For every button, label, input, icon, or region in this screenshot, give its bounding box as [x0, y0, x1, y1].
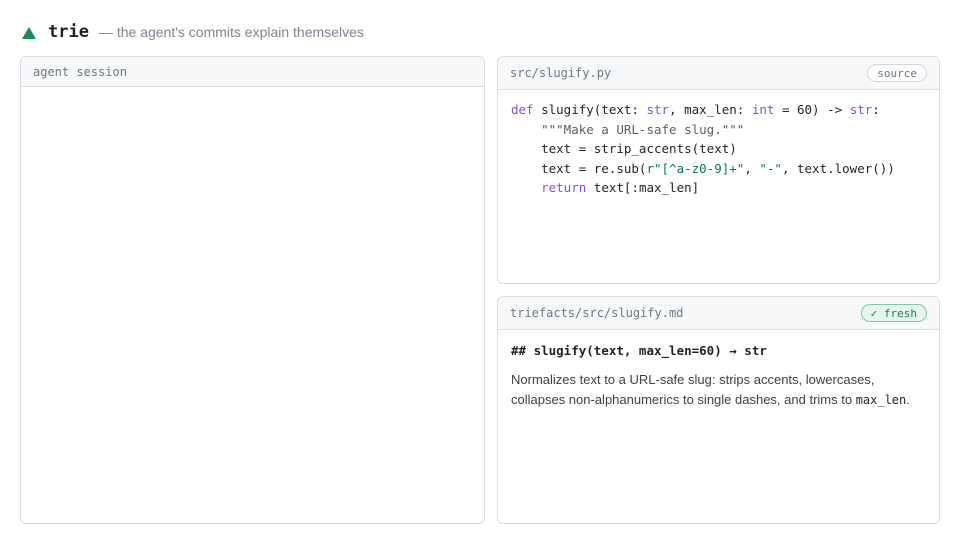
- code-line: text = re.sub(r"[^a-z0-9]+", "-", text.l…: [511, 160, 895, 176]
- source-file-path: src/slugify.py: [510, 66, 612, 80]
- source-code-block: def slugify(text: str, max_len: int = 60…: [498, 90, 939, 208]
- agent-session-panel: agent session: [20, 56, 485, 524]
- triefacts-file-path: triefacts/src/slugify.md: [510, 306, 684, 320]
- agent-session-title: agent session: [33, 64, 127, 79]
- fresh-status-badge: ✓ fresh: [860, 304, 927, 322]
- source-file-header: src/slugify.py source: [498, 57, 939, 90]
- triangle-up-icon: [22, 26, 36, 39]
- code-line: """Make a URL-safe slug.""": [511, 121, 745, 137]
- agent-session-header: agent session: [21, 57, 484, 87]
- function-signature-heading: ## slugify(text, max_len=60) → str: [511, 343, 767, 358]
- triefacts-content: ## slugify(text, max_len=60) → str Norma…: [498, 330, 939, 422]
- code-line: def slugify(text: str, max_len: int = 60…: [511, 102, 880, 117]
- code-line: return text[:max_len]: [541, 180, 700, 195]
- source-badge: source: [867, 64, 927, 82]
- function-description: Normalizes text to a URL-safe slug: stri…: [511, 372, 910, 407]
- source-file-panel: src/slugify.py source def slugify(text: …: [497, 56, 940, 284]
- triefacts-header: triefacts/src/slugify.md ✓ fresh: [498, 297, 939, 330]
- app-tagline: — the agent's commits explain themselves: [98, 24, 364, 40]
- inline-code-max-len: max_len: [855, 393, 907, 407]
- app-header: trie — the agent's commits explain thems…: [22, 20, 364, 44]
- triefacts-panel: triefacts/src/slugify.md ✓ fresh ## slug…: [497, 296, 940, 524]
- app-title: trie: [48, 22, 89, 42]
- code-line: text = strip_accents(text): [511, 141, 737, 156]
